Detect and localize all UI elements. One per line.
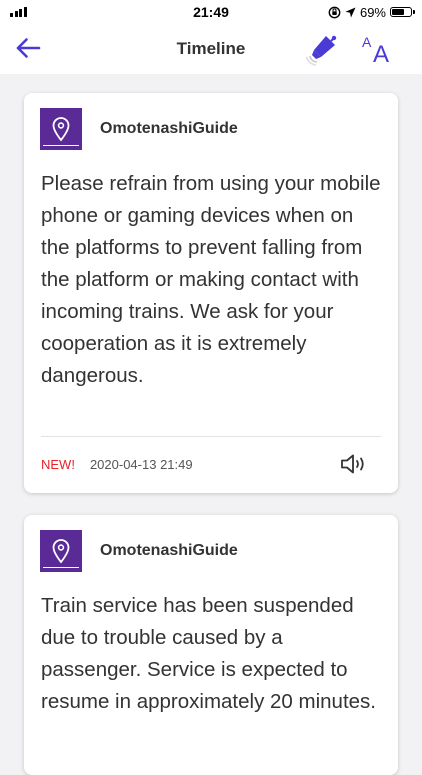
font-size-button[interactable]: A A	[358, 30, 398, 68]
speaker-icon	[341, 454, 364, 474]
location-pin-icon	[52, 117, 70, 142]
status-right-group: 69%	[328, 4, 415, 20]
orientation-lock-icon	[328, 6, 341, 18]
notification-button[interactable]	[304, 30, 344, 66]
svg-text:A: A	[373, 41, 389, 66]
card-header: OmotenashiGuide	[40, 107, 238, 151]
svg-text:A: A	[362, 34, 372, 50]
navigation-bar: Timeline A A	[0, 24, 422, 74]
source-name: OmotenashiGuide	[100, 542, 238, 559]
location-pin-icon	[52, 539, 70, 564]
font-size-icon: A A	[362, 34, 389, 68]
timeline-card[interactable]: OmotenashiGuide Please refrain from usin…	[24, 93, 398, 493]
speak-button[interactable]	[339, 451, 369, 477]
timeline-card[interactable]: OmotenashiGuide Train service has been s…	[24, 515, 398, 775]
divider	[41, 436, 381, 437]
new-badge: NEW!	[41, 456, 75, 472]
source-logo	[40, 530, 82, 572]
location-arrow-icon	[345, 7, 356, 17]
battery-percent: 69%	[359, 4, 386, 20]
battery-level-fill	[392, 9, 404, 15]
message-text: Please refrain from using your mobile ph…	[41, 172, 381, 387]
battery-icon	[390, 7, 415, 17]
card-header: OmotenashiGuide	[40, 529, 238, 573]
source-name: OmotenashiGuide	[100, 120, 238, 137]
timestamp: 2020-04-13 21:49	[89, 456, 193, 472]
status-bar: 21:49 69%	[0, 0, 422, 24]
source-logo	[40, 108, 82, 150]
card-footer: NEW! 2020-04-13 21:49	[41, 449, 381, 479]
message-text: Train service has been suspended due to …	[41, 594, 376, 713]
notification-horn-icon	[305, 35, 337, 66]
